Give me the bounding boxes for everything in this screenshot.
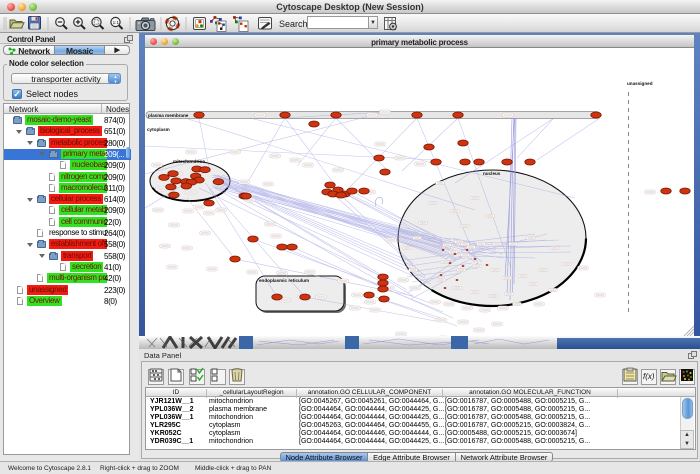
svg-text:cytoplasm: cytoplasm xyxy=(147,127,170,132)
svg-text:1:1: 1:1 xyxy=(113,20,120,25)
svg-text:f(x): f(x) xyxy=(643,372,655,381)
svg-text:mitochondrion: mitochondrion xyxy=(173,159,205,164)
svg-text:unassigned: unassigned xyxy=(627,81,653,86)
svg-text:endoplasmic reticulum: endoplasmic reticulum xyxy=(259,278,309,283)
svg-text:nucleus: nucleus xyxy=(483,171,501,176)
svg-text:plasma membrane: plasma membrane xyxy=(148,113,189,118)
